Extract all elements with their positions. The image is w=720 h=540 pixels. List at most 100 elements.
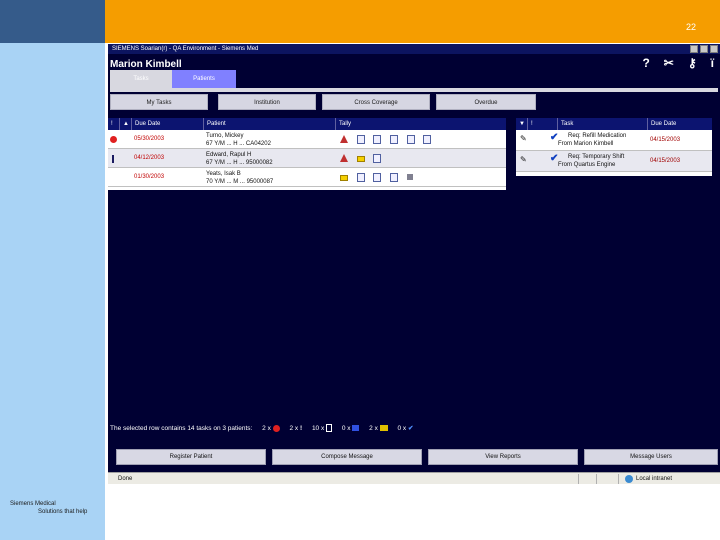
patient-name: Edward, Rapul H xyxy=(206,152,252,158)
status-divider xyxy=(618,474,619,484)
table-row[interactable]: ✎ ✔ Req: Refill Medication From Marion K… xyxy=(516,130,712,151)
table-header: ! ▲ Due Date Patient Tally xyxy=(108,118,506,130)
patient-info: 67 Y/M ... H ... 95000082 xyxy=(206,160,273,166)
count-critical: 2 x xyxy=(262,418,280,440)
summary-text: The selected row contains 14 tasks on 3 … xyxy=(110,425,253,432)
minimize-button[interactable] xyxy=(690,45,698,53)
patient-cell: Edward, Rapul H 67 Y/M ... H ... 9500008… xyxy=(206,149,334,168)
tally-cell xyxy=(340,149,504,168)
subtab-overdue[interactable]: Overdue xyxy=(436,94,536,110)
task-cell: Req: Temporary Shift From Quartus Engine xyxy=(558,151,646,170)
subtab-institution[interactable]: Institution xyxy=(218,94,316,110)
task-cell: Req: Refill Medication From Marion Kimbe… xyxy=(558,130,646,149)
critical-icon xyxy=(272,424,280,432)
envelope-icon xyxy=(379,425,388,432)
view-reports-button[interactable]: View Reports xyxy=(428,449,578,465)
slide-bottom xyxy=(105,486,720,540)
flag-bar-icon xyxy=(112,149,122,168)
envelope-icon[interactable] xyxy=(340,175,348,181)
tab-strip xyxy=(110,88,718,92)
tab-patients[interactable]: Patients xyxy=(172,70,236,88)
document-icon[interactable] xyxy=(373,154,382,163)
tab-tasks[interactable]: Tasks xyxy=(110,70,172,88)
tally-cell xyxy=(340,130,504,149)
header-due-date[interactable]: Due Date xyxy=(648,118,712,130)
priority-icon xyxy=(110,130,120,149)
window-titlebar: SIEMENS Soarian(r) - QA Environment - Si… xyxy=(108,44,720,54)
document-icon[interactable] xyxy=(356,173,365,182)
table-row[interactable]: ✎ ✔ Req: Temporary Shift From Quartus En… xyxy=(516,151,712,172)
tools-icon[interactable]: ✂ xyxy=(664,56,674,70)
sort-up-icon[interactable]: ▲ xyxy=(120,118,132,130)
user-name: Marion Kimbell xyxy=(110,59,182,70)
patient-cell: Yeats, Isak B 70 Y/M ... M ... 95000087 xyxy=(206,168,334,187)
security-zone: Local intranet xyxy=(636,476,673,482)
edit-icon[interactable]: ✎ xyxy=(520,155,527,174)
header-icons: ? ✂ ⚷ ï xyxy=(642,56,714,70)
logo-block xyxy=(0,0,105,43)
header-patient[interactable]: Patient xyxy=(204,118,336,130)
patient-task-table: ! ▲ Due Date Patient Tally 05/30/2003 Tu… xyxy=(108,118,506,190)
key-icon[interactable]: ⚷ xyxy=(688,56,697,70)
footer-text: Siemens Medical Solutions that help xyxy=(10,500,87,516)
window-title: SIEMENS Soarian(r) - QA Environment - Si… xyxy=(112,46,259,52)
task-title: Req: Refill Medication xyxy=(568,133,627,139)
due-date: 01/30/2003 xyxy=(134,174,165,180)
document-icon[interactable] xyxy=(390,135,399,144)
document-icon[interactable] xyxy=(356,135,365,144)
footer-line-1: Siemens Medical xyxy=(10,501,56,507)
subtab-cross-coverage[interactable]: Cross Coverage xyxy=(322,94,430,110)
table-row[interactable]: 04/12/2003 Edward, Rapul H 67 Y/M ... H … xyxy=(108,149,506,168)
close-button[interactable] xyxy=(710,45,718,53)
compose-message-button[interactable]: Compose Message xyxy=(272,449,422,465)
check-icon: ✔ xyxy=(407,425,414,432)
patient-cell: Turno, Mickey 67 Y/M ... H ... CA04202 xyxy=(206,130,334,149)
patient-info: 67 Y/M ... H ... CA04202 xyxy=(206,141,271,147)
due-date: 04/15/2003 xyxy=(650,158,681,164)
status-done: Done xyxy=(118,476,133,482)
patient-info: 70 Y/M ... M ... 95000087 xyxy=(206,179,274,185)
count-messages: 2 x xyxy=(369,418,388,440)
app-window: SIEMENS Soarian(r) - QA Environment - Si… xyxy=(108,44,720,484)
document-icon[interactable] xyxy=(406,135,415,144)
maximize-button[interactable] xyxy=(700,45,708,53)
task-from: From Quartus Engine xyxy=(558,162,616,168)
message-users-button[interactable]: Message Users xyxy=(584,449,718,465)
header-tally[interactable]: Tally xyxy=(336,118,506,130)
envelope-icon[interactable] xyxy=(356,156,365,162)
due-date: 04/15/2003 xyxy=(650,137,681,143)
table-row[interactable]: 01/30/2003 Yeats, Isak B 70 Y/M ... M ..… xyxy=(108,168,506,187)
task-list-table: ▼ ! Task Due Date ✎ ✔ Req: Refill Medica… xyxy=(516,118,712,176)
browser-status-bar: Done Local intranet xyxy=(108,472,720,484)
header-flag[interactable]: ! xyxy=(108,118,120,130)
header-flag[interactable]: ! xyxy=(528,118,558,130)
status-divider xyxy=(578,474,579,484)
table-row[interactable]: 05/30/2003 Turno, Mickey 67 Y/M ... H ..… xyxy=(108,130,506,149)
document-icon[interactable] xyxy=(423,135,432,144)
count-completed: 0 x ✔ xyxy=(397,425,414,432)
document-icon[interactable] xyxy=(390,173,399,182)
register-patient-button[interactable]: Register Patient xyxy=(116,449,266,465)
document-icon[interactable] xyxy=(373,173,382,182)
due-date: 05/30/2003 xyxy=(134,136,165,142)
user-icon[interactable]: ï xyxy=(711,56,714,70)
count-flag: 2 x ! xyxy=(289,425,303,432)
subtab-my-tasks[interactable]: My Tasks xyxy=(110,94,208,110)
footer-line-2: Solutions that help xyxy=(38,509,88,515)
header-due-date[interactable]: Due Date xyxy=(132,118,204,130)
selection-summary: The selected row contains 14 tasks on 3 … xyxy=(108,418,720,440)
note-icon[interactable] xyxy=(406,174,413,180)
slide-number: 22 xyxy=(685,22,696,32)
alert-icon[interactable] xyxy=(340,154,348,162)
header-sort-icon[interactable]: ▼ xyxy=(516,118,528,130)
header-task[interactable]: Task xyxy=(558,118,648,130)
help-icon[interactable]: ? xyxy=(642,56,649,70)
task-title: Req: Temporary Shift xyxy=(568,154,625,160)
phone-icon xyxy=(352,425,360,432)
count-documents: 10 x xyxy=(312,418,333,440)
alert-icon[interactable] xyxy=(340,135,348,143)
patient-name: Turno, Mickey xyxy=(206,133,244,139)
count-phone: 0 x xyxy=(342,418,360,440)
document-icon[interactable] xyxy=(373,135,382,144)
table-header: ▼ ! Task Due Date xyxy=(516,118,712,130)
